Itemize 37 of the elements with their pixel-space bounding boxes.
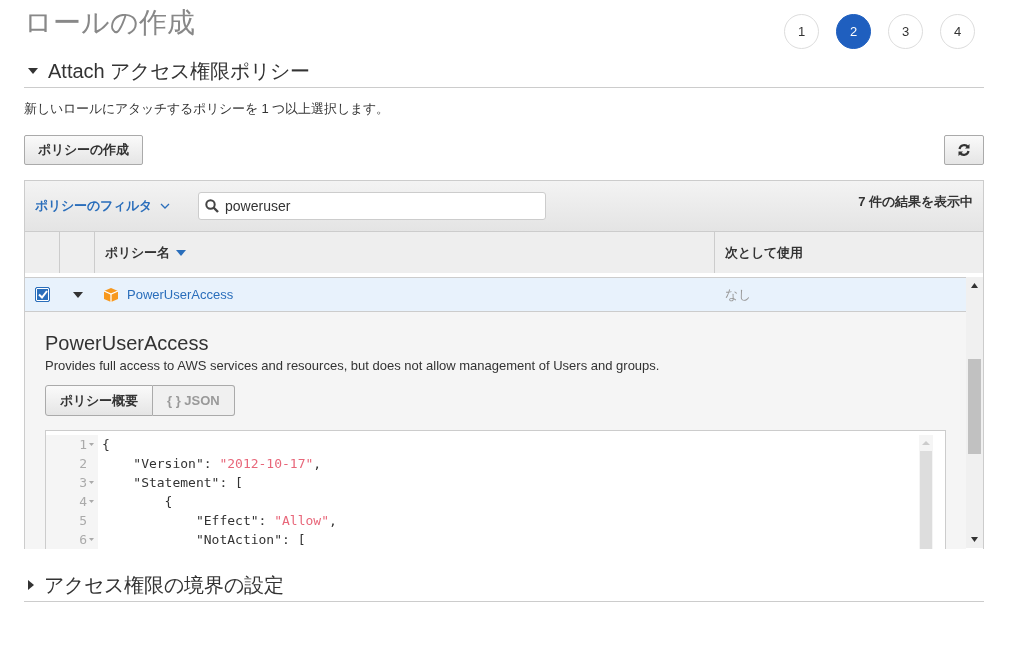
table-cell-text: なし xyxy=(724,285,752,304)
section-title[interactable]: アクセス権限の境界の設定 xyxy=(44,571,284,599)
policy-title: PowerUserAccess xyxy=(45,332,210,355)
step-indicator[interactable]: 2 xyxy=(836,14,871,49)
line-number: 3 xyxy=(79,475,87,490)
refresh-button[interactable] xyxy=(944,135,984,165)
line-number: 5 xyxy=(79,513,87,528)
cube-icon xyxy=(103,286,119,303)
filter-menu[interactable]: ポリシーのフィルタ xyxy=(35,197,170,215)
code-line: "NotAction": [ xyxy=(194,531,307,549)
column-header[interactable]: ポリシー名 xyxy=(95,232,715,273)
policy-description: Provides full access to AWS services and resources, but does not allow management of Users and groups. xyxy=(45,358,661,373)
checkbox[interactable] xyxy=(35,287,50,302)
code-line: "Statement": [ xyxy=(132,474,244,492)
column-header[interactable]: 次として使用 xyxy=(715,232,983,273)
line-number: 1 xyxy=(79,437,87,452)
step-indicator[interactable]: 3 xyxy=(888,14,923,49)
code-line: "Effect": "Allow", xyxy=(194,512,338,530)
line-number: 2 xyxy=(79,456,87,471)
description-text: 新しいロールにアタッチするポリシーを 1 つ以上選択します。 xyxy=(24,100,391,118)
step-indicator[interactable]: 1 xyxy=(784,14,819,49)
line-number: 4 xyxy=(79,494,87,509)
line-number: 6 xyxy=(79,532,87,547)
code-line: { xyxy=(102,436,111,454)
create-policy-button[interactable]: ポリシーの作成 xyxy=(24,135,143,165)
search-icon xyxy=(205,199,219,213)
section-title[interactable]: Attach アクセス権限ポリシー xyxy=(48,57,311,85)
result-count: 7 件の結果を表示中 xyxy=(858,193,973,211)
chevron-down-icon xyxy=(160,203,170,209)
step-indicator[interactable]: 4 xyxy=(940,14,975,49)
policy-link[interactable]: PowerUserAccess xyxy=(127,287,234,302)
refresh-icon xyxy=(957,143,971,157)
search-field[interactable]: poweruser xyxy=(198,192,546,220)
page-title: ロールの作成 xyxy=(24,6,195,40)
tab[interactable]: ポリシー概要 xyxy=(45,385,153,416)
code-line: "Version": "2012-10-17", xyxy=(132,455,323,473)
code-line: { xyxy=(163,493,174,511)
